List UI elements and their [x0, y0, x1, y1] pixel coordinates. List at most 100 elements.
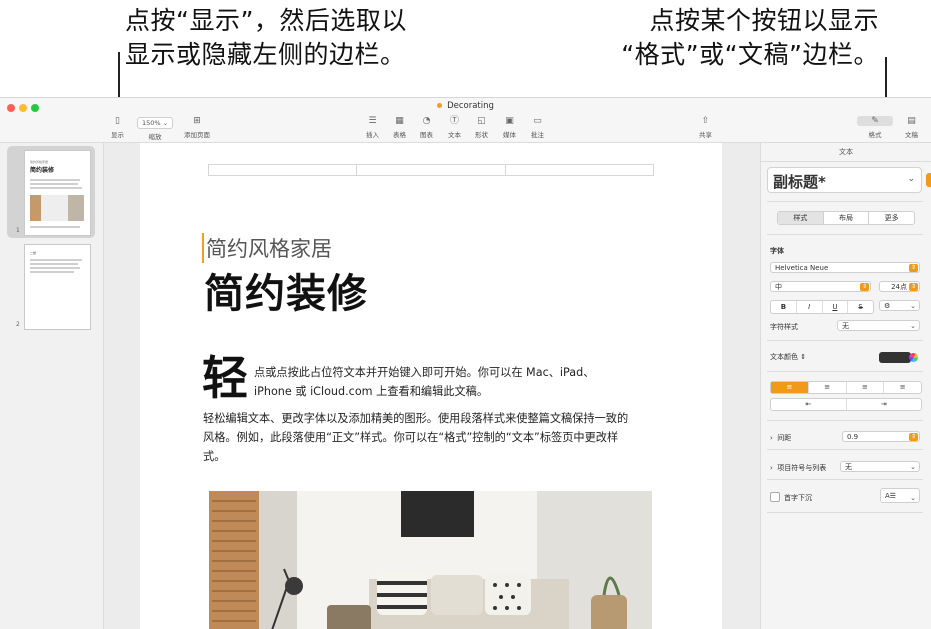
text-color-label: 文本颜色 ⇕ [770, 353, 807, 361]
callout-left-line1: 点按“显示”，然后选取以 [125, 6, 407, 35]
living-room-photo[interactable] [209, 491, 652, 629]
header-cell-right[interactable] [504, 164, 654, 176]
zoom-label: 缩放 [148, 133, 162, 141]
thumb-text-line [30, 271, 74, 273]
color-wheel-icon[interactable] [909, 353, 918, 362]
page-thumbnails-sidebar: 简约风格家居 简约装修 1 二楼 2 [0, 143, 104, 629]
table-icon: ▦ [395, 116, 404, 126]
font-weight-value: 中 [775, 283, 782, 291]
decrease-indent-button[interactable]: ⇤ [771, 399, 847, 410]
increase-indent-button[interactable]: ⇥ [847, 399, 922, 410]
header-cell-center[interactable] [356, 164, 506, 176]
view-button[interactable]: ▯ 显示 [111, 116, 124, 139]
text-color-well[interactable] [879, 352, 911, 363]
body-paragraph-2[interactable]: 轻松编辑文本、更改字体以及添加精美的图形。使用段落样式来使整篇文稿保持一致的风格… [203, 409, 633, 466]
add-page-icon: ⊞ [193, 116, 201, 126]
chart-button[interactable]: ◔ 图表 [420, 116, 433, 139]
share-button[interactable]: ⇧ 共享 [699, 116, 712, 139]
divider [767, 449, 923, 450]
media-label: 媒体 [503, 131, 516, 139]
inspector-tab-text[interactable]: 文本 [761, 143, 931, 162]
thumbnail-page-1: 简约风格家居 简约装修 [24, 150, 91, 236]
format-label: 格式 [868, 131, 882, 139]
font-family-menu[interactable]: Helvetica Neue ⇕ [770, 262, 920, 273]
bullets-label: 项目符号与列表 [777, 464, 827, 472]
align-center-button[interactable]: ≡ [809, 382, 847, 393]
thumb-text-line [30, 226, 80, 228]
align-left-button[interactable]: ≡ [771, 382, 809, 393]
segment-more[interactable]: 更多 [869, 212, 914, 224]
comment-button[interactable]: ▭ 批注 [531, 116, 544, 139]
media-button[interactable]: ▣ 媒体 [503, 116, 516, 139]
thumb-heading-2: 二楼 [30, 251, 37, 255]
thumb-number-2: 2 [16, 321, 20, 328]
justify-button[interactable]: ≡ [884, 382, 921, 393]
share-label: 共享 [699, 131, 712, 139]
toolbar: Decorating ▯ 显示 150% ⌄ 缩放 ⊞ 添加页面 ☰ 插入 ▦ … [0, 98, 931, 143]
document-title[interactable]: 简约装修 [204, 261, 368, 319]
document-page[interactable]: 简约风格家居 简约装修 轻 点或点按此占位符文本并开始键入即可开始。你可以在 M… [140, 143, 722, 629]
strikethrough-button[interactable]: S [848, 301, 873, 313]
shape-button[interactable]: ◱ 形状 [475, 116, 488, 139]
disclosure-triangle-icon: › [770, 434, 773, 442]
paragraph-style-menu[interactable]: 副标题* ⌄ 更新 [767, 167, 931, 193]
header-cell-left[interactable] [208, 164, 358, 176]
chevron-down-icon: ⌄ [907, 174, 915, 184]
underline-button[interactable]: U [823, 301, 849, 313]
spacing-value: 0.9 [847, 433, 859, 441]
alignment-buttons: ≡ ≡ ≡ ≡ [770, 381, 922, 394]
page-thumbnail-2[interactable]: 二楼 2 [7, 240, 95, 332]
char-style-label: 字符样式 [770, 323, 798, 331]
chevron-down-icon: ⌄ [910, 494, 916, 502]
thumb-subtitle: 简约风格家居 [30, 160, 49, 164]
dropcap-style-menu[interactable]: A☰ ⌄ [880, 488, 920, 503]
document-subtitle[interactable]: 简约风格家居 [202, 233, 332, 263]
spacing-menu[interactable]: 0.9 ⇕ [842, 431, 920, 442]
font-size-stepper[interactable]: 24点 ⇕ [879, 281, 920, 292]
page-header-fields[interactable] [208, 164, 654, 176]
callout-left-line2: 显示或隐藏左侧的边栏。 [125, 40, 406, 69]
text-button[interactable]: Ⓣ 文本 [448, 116, 461, 139]
chevron-down-icon: ⌄ [910, 463, 916, 471]
spacing-row[interactable]: › 间距 [770, 433, 791, 443]
align-right-button[interactable]: ≡ [847, 382, 885, 393]
divider [767, 479, 923, 480]
callout-right-line1: 点按某个按钮以显示 [649, 6, 879, 35]
text-color-label-text: 文本颜色 [770, 353, 798, 361]
format-inspector: 文本 副标题* ⌄ 更新 样式 布局 更多 字体 Helvetica Neue … [760, 143, 931, 629]
bold-button[interactable]: B [771, 301, 797, 313]
zoom-menu[interactable]: 150% ⌄ 缩放 [137, 117, 174, 141]
shape-icon: ◱ [477, 116, 486, 126]
italic-button[interactable]: I [797, 301, 823, 313]
divider [767, 512, 923, 513]
view-label: 显示 [111, 131, 124, 139]
update-style-button[interactable]: 更新 [926, 173, 931, 187]
table-button[interactable]: ▦ 表格 [393, 116, 406, 139]
font-weight-menu[interactable]: 中 ⇕ [770, 281, 871, 292]
media-icon: ▣ [505, 116, 514, 126]
drop-cap[interactable]: 轻 [202, 353, 248, 403]
dropcap-label: 首字下沉 [784, 494, 812, 502]
stepper-arrows-icon: ⇕ [909, 283, 918, 291]
page-thumbnail-1[interactable]: 简约风格家居 简约装修 1 [7, 146, 95, 238]
segment-style[interactable]: 样式 [778, 212, 824, 224]
divider [767, 371, 923, 372]
divider [767, 340, 923, 341]
thumb-text-line [30, 259, 82, 261]
text-label: 文本 [448, 131, 461, 139]
document-button[interactable]: ▤ 文稿 [905, 116, 918, 139]
dropcap-checkbox[interactable] [770, 492, 780, 502]
add-page-button[interactable]: ⊞ 添加页面 [184, 116, 210, 139]
insert-button[interactable]: ☰ 插入 [366, 116, 379, 139]
thumb-text-line [30, 263, 78, 265]
bullets-row[interactable]: › 项目符号与列表 [770, 463, 826, 473]
table-label: 表格 [393, 131, 406, 139]
text-options-button[interactable]: ⚙ ⌄ [879, 300, 920, 311]
body-paragraph-1[interactable]: 点或点按此占位符文本并开始键入即可开始。你可以在 Mac、iPad、iPhone… [254, 363, 614, 401]
format-button[interactable]: ✎ 格式 [857, 116, 893, 139]
text-inspector-segments: 样式 布局 更多 [777, 211, 915, 225]
char-style-menu[interactable]: 无 ⌄ [837, 320, 920, 331]
segment-layout[interactable]: 布局 [824, 212, 870, 224]
divider [767, 234, 923, 235]
bullets-menu[interactable]: 无 ⌄ [840, 461, 920, 472]
